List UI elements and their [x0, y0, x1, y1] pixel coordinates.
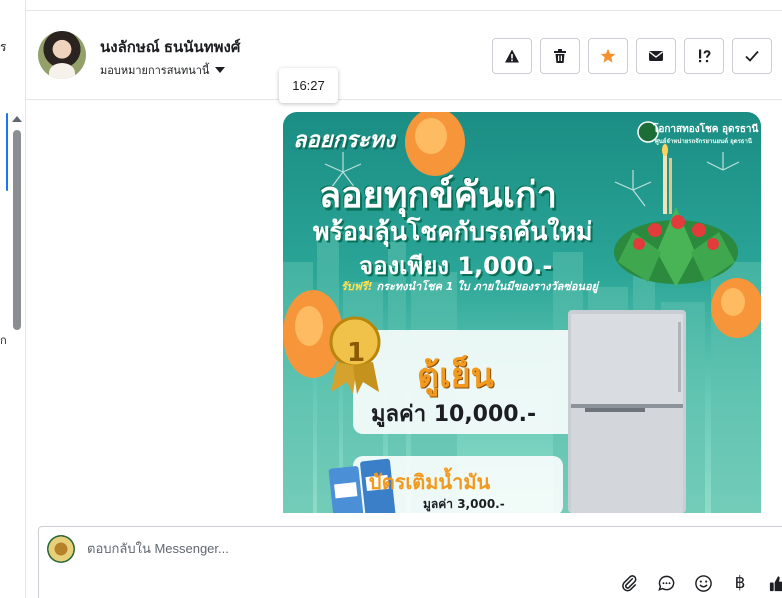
conversation-header: นงลักษณ์ ธนนันทพงศ์ มอบหมายการสนทนานี้ — [26, 10, 782, 100]
promo-prize-1-value: มูลค่า 10,000.- — [371, 402, 537, 427]
emoji-button[interactable] — [693, 573, 713, 593]
reply-composer: ฿ — [38, 526, 782, 598]
star-icon — [600, 48, 616, 63]
promo-rank-badge: 1 — [347, 338, 366, 368]
caret-down-icon — [215, 67, 226, 73]
promo-org-name: โอกาสทองโชค อุดรธานี — [653, 124, 759, 135]
message-timestamp-tooltip: 16:27 — [279, 68, 338, 103]
warning-icon — [505, 49, 519, 63]
emoji-icon — [694, 574, 712, 592]
saved-replies-button[interactable] — [656, 573, 676, 593]
composer-tools: ฿ — [619, 573, 782, 593]
promo-prize-1: ตู้เย็น — [417, 356, 494, 396]
like-button[interactable] — [767, 573, 782, 593]
attach-button[interactable] — [619, 573, 639, 593]
baht-icon: ฿ — [734, 573, 746, 593]
done-button[interactable] — [732, 38, 772, 74]
promo-org-subtitle: ศูนย์จำหน่ายรถจักรยานยนต์ อุดรธานี — [655, 138, 752, 145]
chat-bubble-icon — [657, 575, 674, 591]
paperclip-icon — [621, 574, 636, 591]
contact-name[interactable]: นงลักษณ์ ธนนันทพงศ์ — [100, 35, 240, 59]
scroll-up-arrow-icon[interactable] — [12, 116, 22, 122]
page-avatar — [47, 535, 75, 563]
conversation-list-edge: ร ก — [0, 0, 26, 598]
list-scrollbar[interactable] — [10, 112, 24, 334]
star-button[interactable] — [588, 38, 628, 74]
trash-icon — [554, 49, 566, 63]
follow-up-button[interactable] — [684, 38, 724, 74]
promo-free-text: กระทงนำโชค 1 ใบ ภายในมีของรางวัลซ่อนอยู่ — [376, 280, 599, 293]
contact-avatar[interactable] — [38, 31, 86, 79]
scroll-thumb[interactable] — [13, 130, 21, 330]
message-image-attachment[interactable]: ลอยกระทง โอกาสทองโชค อุดรธานี ศูนย์จำหน่… — [283, 112, 761, 513]
active-indicator — [6, 113, 8, 191]
promo-prize-2: บัตรเติมน้ำมัน — [369, 470, 491, 494]
check-icon — [745, 50, 759, 62]
mark-unread-button[interactable] — [636, 38, 676, 74]
list-text-fragment: ร — [0, 40, 7, 54]
envelope-icon — [649, 51, 663, 61]
thumbs-up-icon — [769, 575, 782, 591]
messenger-inbox: ร ก นงลักษณ์ ธนนันทพงศ์ มอบหมายการสนทนาน… — [0, 0, 782, 598]
list-text-fragment: ก — [0, 335, 7, 347]
conversation-actions — [492, 38, 772, 74]
delete-button[interactable] — [540, 38, 580, 74]
payment-button[interactable]: ฿ — [730, 573, 750, 593]
promo-free-offer: รับฟรี! กระทงนำโชค 1 ใบ ภายในมีของรางวัล… — [341, 277, 598, 295]
promo-free-label: รับฟรี! — [341, 280, 373, 293]
assign-conversation-dropdown[interactable]: มอบหมายการสนทนานี้ — [100, 61, 226, 79]
reply-input[interactable] — [87, 541, 727, 556]
promo-brand-text: ลอยกระทง — [293, 128, 395, 153]
follow-up-icon — [699, 49, 711, 63]
promo-prize-2-value: มูลค่า 3,000.- — [423, 497, 505, 511]
spam-button[interactable] — [492, 38, 532, 74]
assign-label: มอบหมายการสนทนานี้ — [100, 65, 210, 77]
